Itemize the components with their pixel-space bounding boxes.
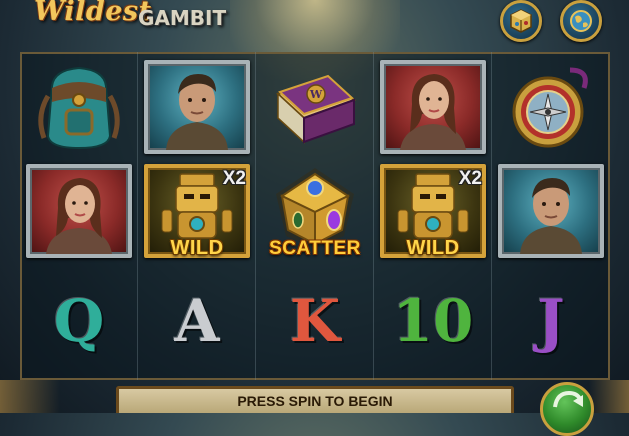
reel-symbol-female-explorer — [376, 56, 490, 158]
globe-menu-button[interactable] — [560, 0, 602, 42]
reel-divider — [255, 52, 256, 380]
reel-symbol-compass — [494, 56, 608, 158]
book-icon: W — [276, 74, 356, 144]
message-bar: PRESS SPIN TO BEGIN — [116, 386, 514, 413]
reel-divider — [373, 52, 374, 380]
svg-text:W: W — [309, 88, 323, 101]
reel-symbol-k: K — [258, 270, 372, 372]
letter-symbol: A — [174, 287, 220, 355]
letter-symbol: 10 — [392, 287, 474, 355]
reel-symbol-a: A — [140, 270, 254, 372]
reel-symbol-male-explorer — [140, 56, 254, 158]
scatter-label: SCATTER — [269, 238, 361, 259]
female-explorer-icon — [46, 178, 112, 254]
logo-wildest-text: Wildest — [34, 0, 152, 27]
reel-symbol-female-explorer — [22, 160, 136, 262]
reel-symbol-10: 10 — [376, 270, 490, 372]
male-explorer-icon — [520, 178, 582, 254]
message-text: PRESS SPIN TO BEGIN — [237, 393, 393, 409]
cube-info-icon — [510, 9, 532, 33]
reel-symbol-backpack — [22, 56, 136, 158]
portrait-frame — [26, 164, 132, 258]
multiplier-badge: X2 — [458, 168, 482, 189]
backpack-icon — [38, 66, 120, 150]
frame-ornament-right — [589, 380, 629, 413]
compass-icon — [512, 67, 588, 148]
reel-symbol-j: J — [494, 270, 608, 372]
reel-symbol-q: Q — [22, 270, 136, 372]
letter-symbol: Q — [53, 287, 105, 355]
wild-label: WILD — [170, 237, 224, 259]
female-explorer-icon — [400, 74, 466, 150]
portrait-frame — [380, 60, 486, 154]
letter-symbol: J — [537, 287, 565, 355]
spin-button[interactable] — [540, 382, 594, 436]
portrait-frame — [144, 60, 250, 154]
frame-ornament-left — [0, 380, 60, 413]
letter-symbol: K — [289, 287, 341, 355]
reel-symbol-scatter: SCATTER — [258, 160, 372, 262]
multiplier-badge: X2 — [222, 168, 246, 189]
game-logo: Wildest GAMBIT — [34, 0, 234, 36]
logo-gambit-text: GAMBIT — [138, 6, 227, 30]
reel-symbol-wild: X2 WILD — [376, 160, 490, 262]
portrait-frame — [498, 164, 604, 258]
globe-icon — [570, 10, 592, 32]
info-button[interactable] — [500, 0, 542, 42]
reel-divider — [137, 52, 138, 380]
spin-arrow-icon — [553, 390, 583, 408]
wild-label: WILD — [406, 237, 460, 259]
reel-symbol-male-explorer — [494, 160, 608, 262]
reel-symbol-wild: X2 WILD — [140, 160, 254, 262]
male-explorer-icon — [166, 74, 228, 150]
reel-divider — [491, 52, 492, 380]
reel-symbol-book: W — [258, 56, 372, 158]
